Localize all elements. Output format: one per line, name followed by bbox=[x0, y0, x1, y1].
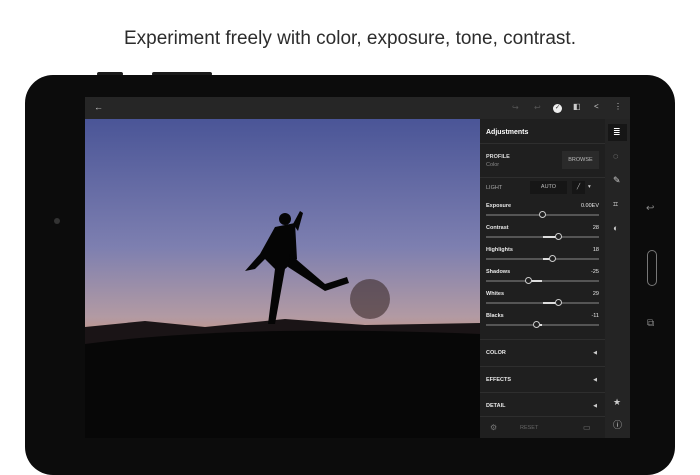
slider-label: Highlights bbox=[486, 247, 513, 253]
slider-track[interactable] bbox=[486, 211, 599, 218]
share-icon[interactable]: < bbox=[594, 103, 599, 111]
home-button[interactable] bbox=[647, 250, 657, 286]
chevron-left-icon: ◀ bbox=[593, 376, 597, 383]
slider-thumb[interactable] bbox=[525, 277, 533, 284]
section-detail[interactable]: DETAIL ◀ bbox=[480, 392, 605, 418]
slider-value: 28 bbox=[592, 225, 599, 231]
chevron-left-icon: ◀ bbox=[593, 350, 597, 356]
slider-thumb[interactable] bbox=[555, 299, 563, 306]
redo-icon[interactable]: ↪ bbox=[512, 104, 519, 112]
slider-label: Exposure bbox=[486, 203, 512, 209]
slider-highlights: Highlights 18 bbox=[480, 243, 605, 265]
photo-image bbox=[85, 119, 480, 438]
auto-button[interactable]: AUTO bbox=[530, 181, 567, 194]
section-effects[interactable]: EFFECTS ◀ bbox=[480, 365, 605, 392]
slider-value: -11 bbox=[591, 313, 599, 319]
slider-label: Blacks bbox=[486, 313, 504, 319]
top-toolbar: ← ↪ ↩ ✓ ◧ < ⋮ bbox=[85, 97, 630, 119]
slider-contrast: Contrast 28 bbox=[480, 221, 605, 243]
slider-track[interactable] bbox=[486, 255, 599, 262]
slider-label: Whites bbox=[486, 291, 505, 297]
back-arrow-icon[interactable]: ← bbox=[94, 103, 103, 112]
profile-value: Color bbox=[486, 162, 500, 168]
before-after-icon[interactable]: ▭ bbox=[583, 424, 591, 432]
chevron-down-icon[interactable]: ▾ bbox=[588, 184, 591, 190]
chevron-left-icon: ◀ bbox=[593, 403, 597, 409]
recents-nav-icon[interactable]: ⧉ bbox=[647, 319, 654, 329]
slider-value: -25 bbox=[591, 269, 599, 275]
crop-icon[interactable]: ⌗ bbox=[613, 200, 618, 209]
adjustments-icon[interactable]: ≣ bbox=[613, 128, 621, 137]
slider-track[interactable] bbox=[486, 233, 599, 240]
selective-icon[interactable]: ◌ bbox=[613, 152, 618, 161]
slider-label: Contrast bbox=[486, 225, 509, 231]
presets-icon[interactable]: ⚙ bbox=[490, 424, 497, 432]
healing-brush-icon[interactable]: ✎ bbox=[613, 176, 621, 185]
headline: Experiment freely with color, exposure, … bbox=[124, 28, 576, 49]
section-label: EFFECTS bbox=[486, 376, 512, 383]
slider-whites: Whites 29 bbox=[480, 287, 605, 309]
app-screen: ← ↪ ↩ ✓ ◧ < ⋮ Adjustments PROFILE Color … bbox=[85, 97, 630, 438]
slider-label: Shadows bbox=[486, 269, 511, 275]
back-nav-icon[interactable]: ↩ bbox=[646, 204, 654, 214]
tone-curve-icon[interactable]: ╱ bbox=[572, 181, 585, 194]
tool-rail: ≣ ◌ ✎ ⌗ ◐ ★ ⓘ bbox=[605, 119, 630, 438]
section-label: COLOR bbox=[486, 350, 506, 356]
checkmark-icon[interactable]: ✓ bbox=[553, 104, 562, 113]
slider-exposure: Exposure 0.00EV bbox=[480, 199, 605, 221]
photo-canvas[interactable] bbox=[85, 119, 480, 438]
undo-icon[interactable]: ↩ bbox=[534, 104, 541, 112]
browse-button[interactable]: BROWSE bbox=[562, 151, 599, 169]
slider-thumb[interactable] bbox=[549, 255, 557, 262]
adjustments-panel: Adjustments PROFILE Color BROWSE LIGHT A… bbox=[480, 119, 605, 438]
slider-value: 29 bbox=[592, 291, 599, 297]
reset-button[interactable]: RESET bbox=[520, 425, 538, 431]
more-options-icon[interactable]: ⋮ bbox=[614, 103, 622, 111]
profile-label: PROFILE bbox=[486, 154, 510, 160]
panel-title: Adjustments bbox=[486, 129, 529, 136]
slider-value: 18 bbox=[592, 247, 599, 253]
slider-thumb[interactable] bbox=[532, 321, 540, 328]
slider-blacks: Blacks -11 bbox=[480, 309, 605, 331]
slider-shadows: Shadows -25 bbox=[480, 265, 605, 287]
section-label: DETAIL bbox=[486, 403, 506, 409]
slider-track[interactable] bbox=[486, 321, 599, 328]
info-icon[interactable]: ⓘ bbox=[613, 421, 622, 430]
star-icon[interactable]: ★ bbox=[613, 398, 621, 407]
section-color[interactable]: COLOR ◀ bbox=[480, 339, 605, 365]
light-label: LIGHT bbox=[486, 185, 503, 191]
compare-icon[interactable]: ◧ bbox=[573, 103, 581, 111]
slider-value: 0.00EV bbox=[580, 203, 599, 209]
camera-icon bbox=[54, 218, 60, 224]
slider-thumb[interactable] bbox=[539, 211, 546, 218]
slider-thumb[interactable] bbox=[554, 233, 562, 240]
slider-track[interactable] bbox=[486, 299, 599, 306]
filters-icon[interactable]: ◐ bbox=[613, 224, 618, 233]
slider-track[interactable] bbox=[486, 277, 599, 284]
